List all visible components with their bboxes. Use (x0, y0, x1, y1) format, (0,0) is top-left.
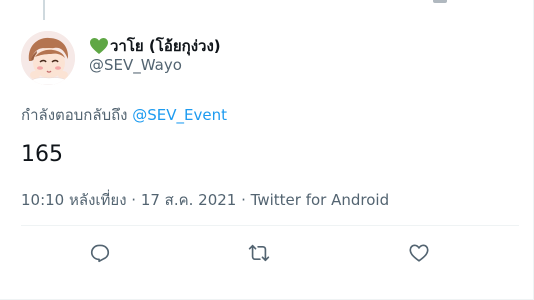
tweet-text: 165 (21, 142, 63, 167)
like-button[interactable] (404, 238, 434, 268)
user-handle[interactable]: @SEV_Wayo (89, 56, 182, 74)
green-heart-icon (89, 37, 109, 55)
tweet-card: วาโย (โอ้ยกุง่วง) @SEV_Wayo กำลังตอบกลับ… (0, 0, 534, 300)
reply-icon (90, 244, 110, 263)
reply-button[interactable] (85, 238, 115, 268)
reply-context: กำลังตอบกลับถึง @SEV_Event (21, 103, 227, 127)
thread-connector-line (43, 0, 45, 20)
like-icon (409, 244, 429, 262)
display-name[interactable]: วาโย (โอ้ยกุง่วง) (89, 34, 221, 58)
retweet-icon (248, 244, 270, 262)
retweet-button[interactable] (244, 238, 274, 268)
avatar[interactable] (21, 31, 75, 85)
reply-mention-link[interactable]: @SEV_Event (132, 106, 227, 124)
action-bar (0, 238, 534, 268)
more-options-icon[interactable] (433, 0, 447, 3)
reply-prefix: กำลังตอบกลับถึง (21, 106, 133, 124)
divider (21, 225, 519, 226)
tweet-timestamp[interactable]: 10:10 หลังเที่ยง · 17 ส.ค. 2021 · Twitte… (21, 188, 389, 212)
display-name-text: วาโย (โอ้ยกุง่วง) (110, 37, 221, 55)
